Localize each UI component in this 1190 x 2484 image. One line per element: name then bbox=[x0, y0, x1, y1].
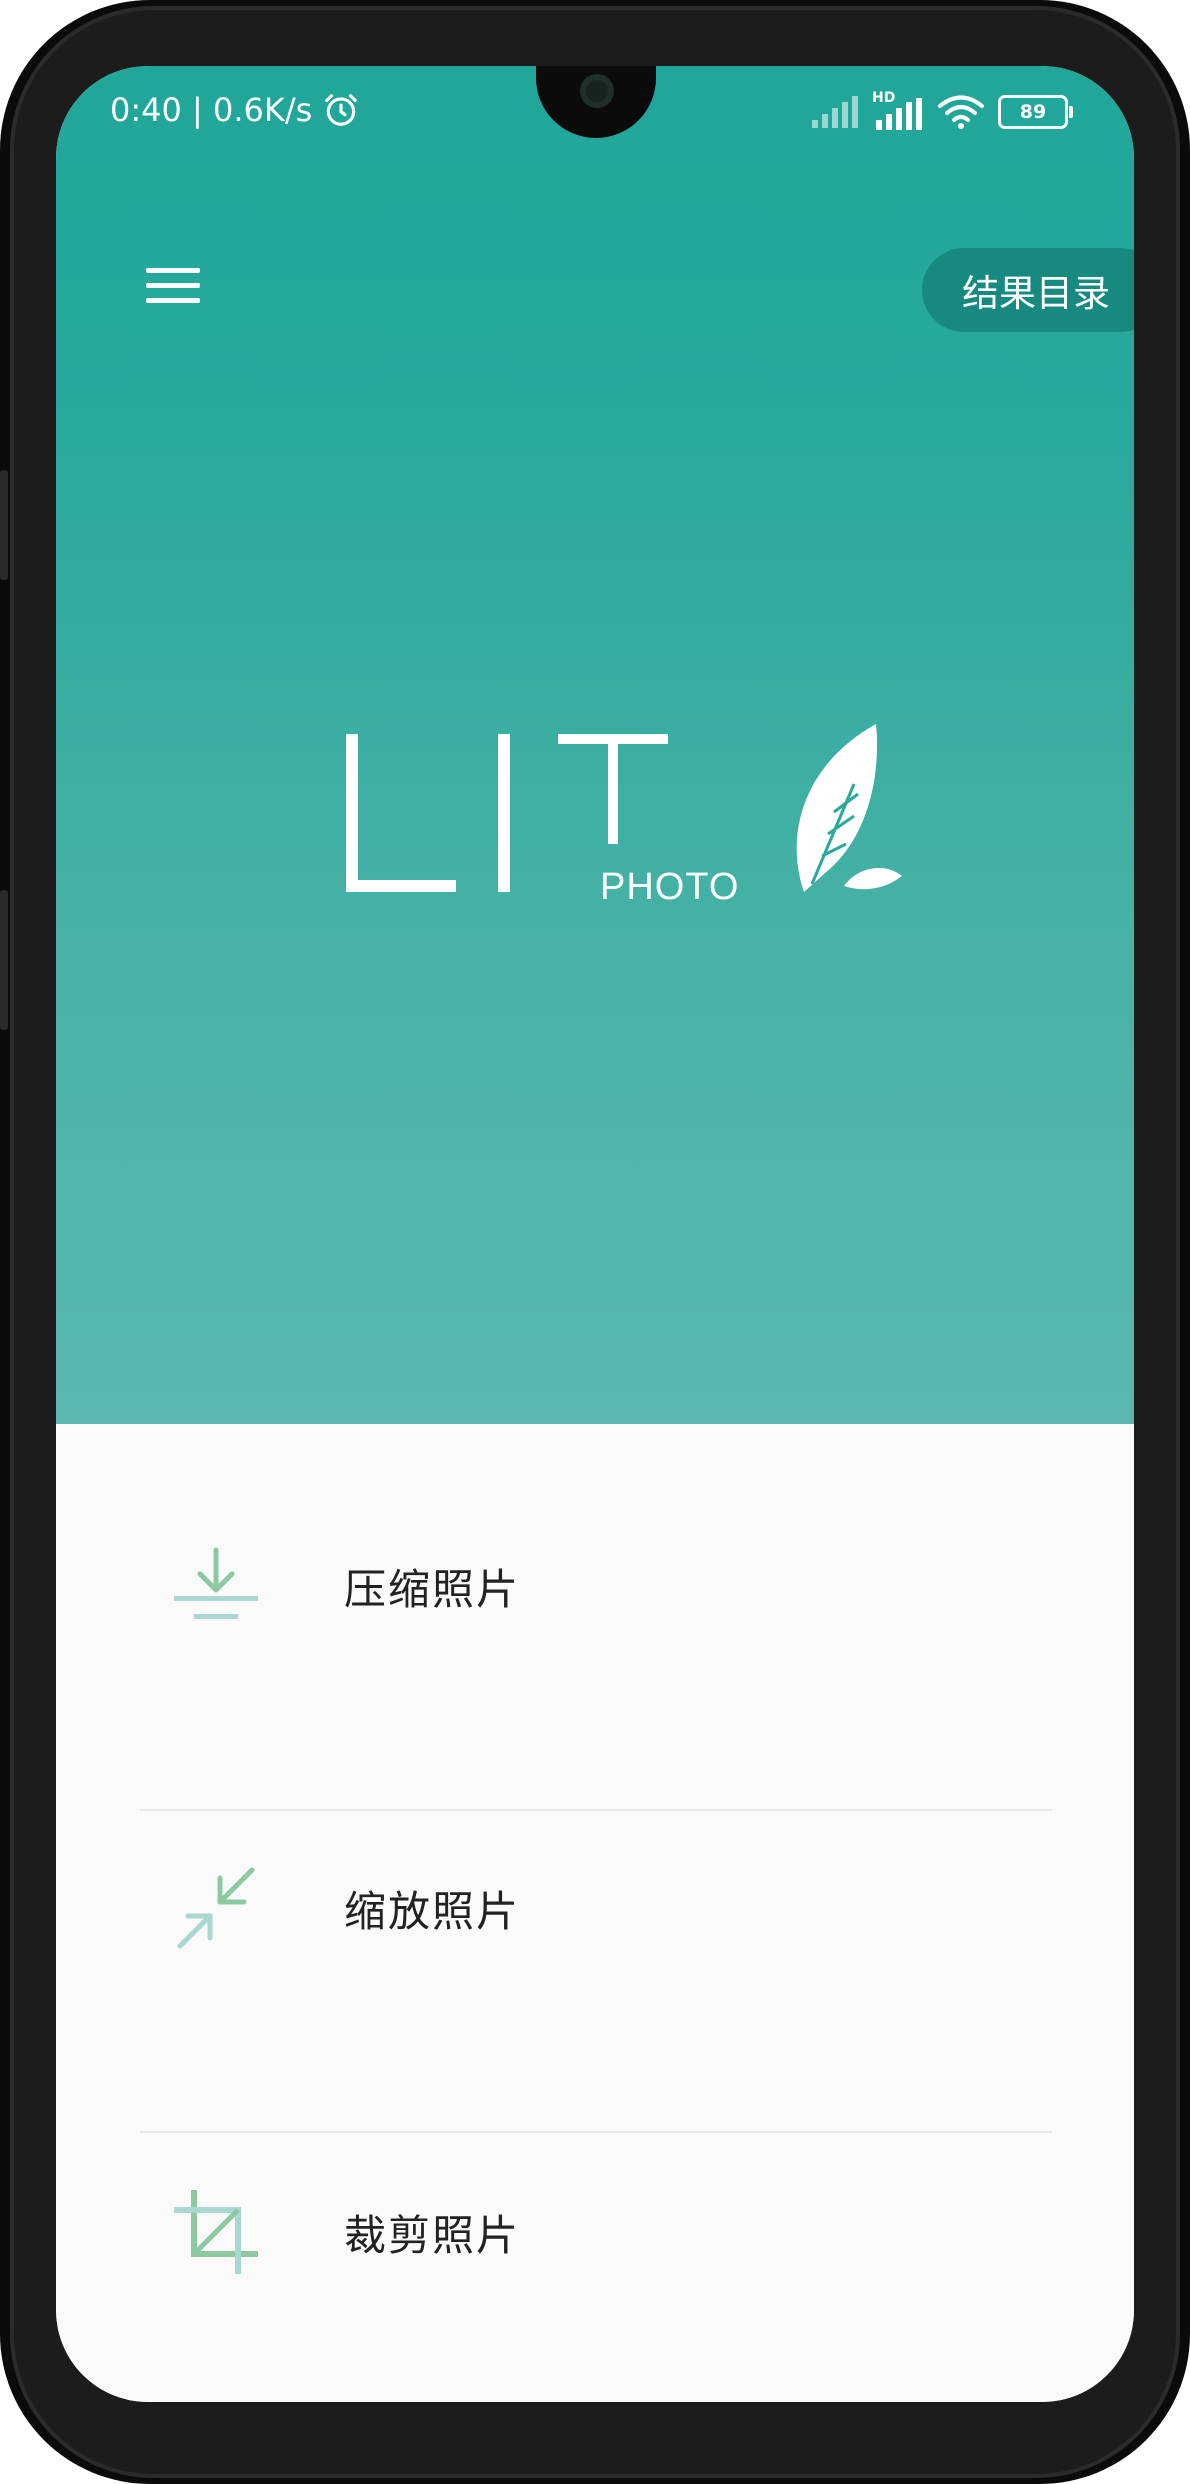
wifi-icon bbox=[938, 95, 984, 129]
action-item-compress[interactable]: 压缩照片 bbox=[56, 1424, 1134, 1746]
app-logo: PHOTO bbox=[346, 706, 902, 926]
header-banner: 0:40 | 0.6K/s HD 89 结果目录 PHOTO bbox=[56, 66, 1134, 1424]
logo-t bbox=[558, 734, 668, 844]
hamburger-menu-icon[interactable] bbox=[146, 262, 202, 310]
action-label-compress: 压缩照片 bbox=[344, 1565, 521, 1614]
action-label-crop: 裁剪照片 bbox=[344, 2211, 521, 2260]
battery-icon: 89 bbox=[998, 95, 1073, 129]
signal-icon bbox=[812, 96, 858, 128]
feather-leaf-icon bbox=[796, 724, 902, 892]
action-list: 压缩照片 缩放照片 裁剪照片 bbox=[56, 1424, 1134, 2402]
front-camera bbox=[580, 74, 614, 108]
app-screen: 0:40 | 0.6K/s HD 89 结果目录 PHOTO 压缩照片 缩放照片… bbox=[56, 66, 1134, 2402]
status-bar-left: 0:40 | 0.6K/s bbox=[110, 88, 360, 132]
results-directory-button[interactable]: 结果目录 bbox=[922, 248, 1134, 332]
results-directory-label: 结果目录 bbox=[962, 272, 1110, 315]
power-button bbox=[0, 890, 8, 1030]
phone-frame: 0:40 | 0.6K/s HD 89 结果目录 PHOTO 压缩照片 缩放照片… bbox=[0, 0, 1190, 2484]
alarm-icon bbox=[325, 94, 358, 126]
scale-arrows-icon bbox=[177, 1867, 255, 1949]
crop-icon bbox=[174, 2190, 258, 2274]
volume-button bbox=[0, 470, 8, 580]
signal-hd-icon: HD bbox=[872, 90, 924, 130]
action-label-scale: 缩放照片 bbox=[344, 1887, 521, 1936]
logo-letters bbox=[346, 734, 510, 892]
battery-level: 89 bbox=[1019, 101, 1047, 123]
action-item-crop[interactable]: 裁剪照片 bbox=[56, 2070, 1134, 2392]
status-bar-right: HD 89 bbox=[810, 90, 1073, 134]
compress-download-icon bbox=[174, 1547, 258, 1619]
logo-sub-text: PHOTO bbox=[600, 866, 740, 908]
status-time-speed: 0:40 | 0.6K/s bbox=[110, 91, 313, 129]
action-item-scale[interactable]: 缩放照片 bbox=[56, 1746, 1134, 2068]
